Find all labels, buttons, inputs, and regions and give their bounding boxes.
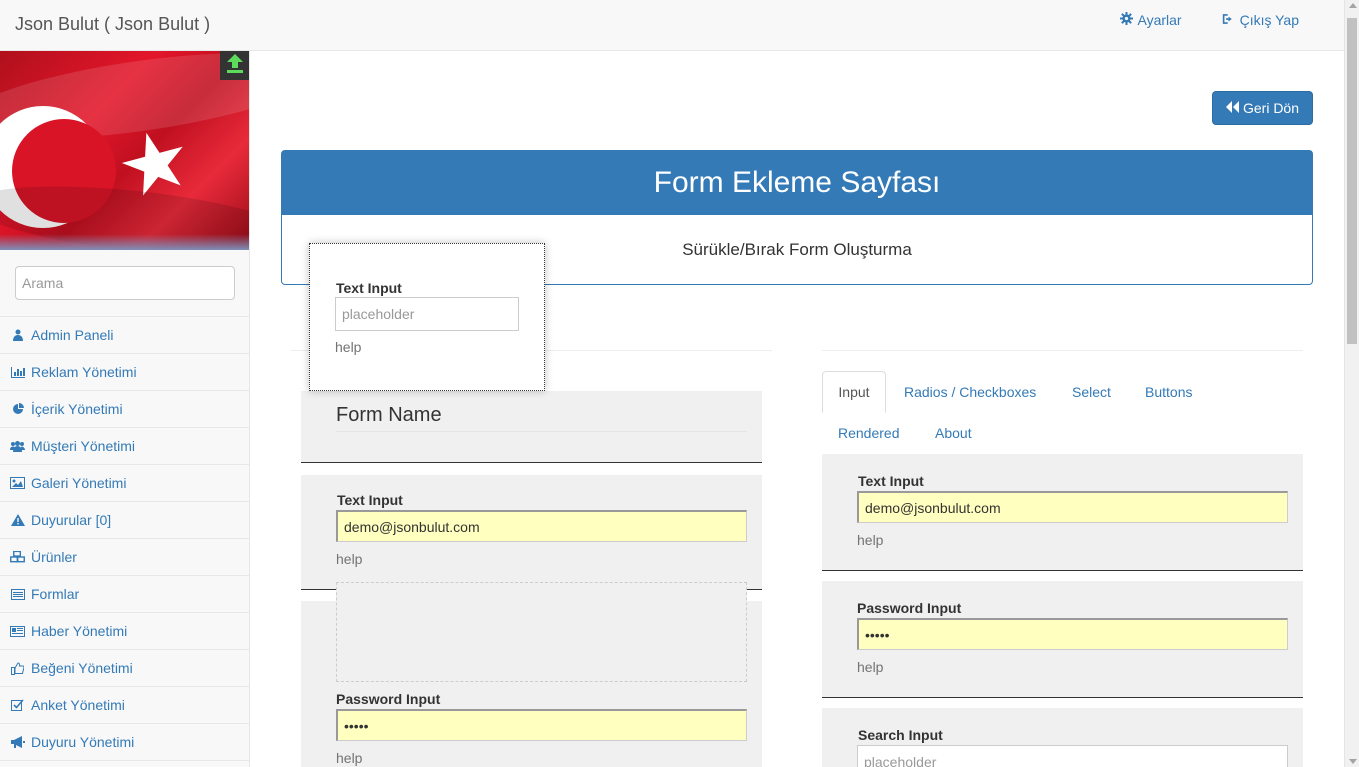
users-icon: [10, 439, 25, 453]
sidebar-item-polls[interactable]: Anket Yönetimi: [0, 687, 249, 724]
scroll-down-arrow-icon[interactable]: [1349, 759, 1357, 764]
sidebar-item-label: Haber Yönetimi: [31, 623, 128, 639]
builder-text-input-help: help: [336, 551, 363, 567]
tab-about[interactable]: About: [935, 425, 972, 441]
sidebar-item-label: Müşteri Yönetimi: [31, 438, 136, 454]
sidebar-item-label: Formlar: [31, 586, 80, 602]
logout-link[interactable]: Çıkış Yap: [1222, 12, 1299, 28]
page-scrollbar[interactable]: [1344, 0, 1359, 767]
settings-link[interactable]: Ayarlar: [1119, 12, 1182, 28]
sign-out-icon: [1222, 12, 1235, 28]
profile-image: ★: [0, 51, 249, 250]
tab-buttons[interactable]: Buttons: [1145, 384, 1192, 400]
palette-text-input-label: Text Input: [858, 473, 924, 489]
builder-password-input-help: help: [336, 750, 363, 766]
sidebar-item-customers[interactable]: Müşteri Yönetimi: [0, 428, 249, 465]
backward-icon: [1225, 100, 1239, 116]
bullhorn-icon: [10, 735, 25, 749]
palette-text-input-help: help: [857, 532, 884, 548]
sidebar-item-label: Duyurular [0]: [31, 512, 112, 528]
newspaper-icon: [10, 624, 25, 638]
scroll-up-arrow-icon[interactable]: [1349, 3, 1357, 8]
sidebar-item-gallery[interactable]: Galeri Yönetimi: [0, 465, 249, 502]
dragged-text-input[interactable]: Text Input placeholder help: [309, 243, 545, 391]
top-navbar: Json Bulut ( Json Bulut ) Ayarlar Çıkış …: [0, 0, 1344, 51]
palette-password-input-help: help: [857, 659, 884, 675]
drop-placeholder[interactable]: [336, 582, 747, 682]
upload-icon: [225, 53, 245, 78]
block-divider: [301, 462, 762, 463]
palette-password-input[interactable]: •••••: [857, 618, 1288, 650]
palette-divider: [822, 350, 1303, 351]
builder-text-input[interactable]: demo@jsonbulut.com: [336, 510, 747, 542]
image-icon: [10, 476, 25, 490]
palette-password-input-label: Password Input: [857, 600, 962, 616]
sidebar: ★ Admin Paneli Reklam Yönetimi İçerik Yö…: [0, 51, 250, 767]
settings-label: Ayarlar: [1137, 12, 1182, 28]
sidebar-item-label: Ürünler: [31, 549, 77, 565]
pie-chart-icon: [10, 402, 25, 416]
page-title: Form Ekleme Sayfası: [282, 151, 1312, 215]
sidebar-item-label: Beğeni Yönetimi: [31, 660, 133, 676]
sidebar-item-label: Duyuru Yönetimi: [31, 734, 135, 750]
tab-select[interactable]: Select: [1072, 384, 1111, 400]
sidebar-item-products[interactable]: Ürünler: [0, 539, 249, 576]
sidebar-item-ads[interactable]: Reklam Yönetimi: [0, 354, 249, 391]
upload-image-button[interactable]: [220, 51, 249, 80]
sidebar-item-likes[interactable]: Beğeni Yönetimi: [0, 650, 249, 687]
builder-password-input[interactable]: •••••: [336, 709, 747, 741]
sidebar-item-label: İçerik Yönetimi: [31, 401, 123, 417]
back-button[interactable]: Geri Dön: [1212, 91, 1313, 125]
sidebar-item-announcements[interactable]: Duyurular [0]: [0, 502, 249, 539]
sidebar-item-content[interactable]: İçerik Yönetimi: [0, 391, 249, 428]
search-input[interactable]: [15, 266, 235, 300]
warning-icon: [10, 513, 25, 527]
sidebar-item-label: Admin Paneli: [31, 327, 114, 343]
palette-block-divider: [822, 697, 1303, 698]
palette-search-input-label: Search Input: [858, 727, 943, 743]
dragged-text-input-help: help: [335, 339, 362, 355]
bar-chart-icon: [10, 365, 25, 379]
user-icon: [10, 328, 25, 342]
palette-block-divider: [822, 570, 1303, 571]
builder-text-input-label: Text Input: [337, 492, 403, 508]
palette-text-input[interactable]: demo@jsonbulut.com: [857, 491, 1288, 523]
form-name-legend[interactable]: Form Name: [336, 404, 747, 432]
dragged-text-input-label: Text Input: [336, 280, 402, 296]
sidebar-item-news[interactable]: Haber Yönetimi: [0, 613, 249, 650]
builder-password-input-label: Password Input: [336, 691, 441, 707]
gear-icon: [1119, 12, 1133, 28]
list-icon: [10, 587, 25, 601]
brand-title[interactable]: Json Bulut ( Json Bulut ): [15, 14, 210, 35]
tab-rendered[interactable]: Rendered: [838, 425, 900, 441]
sidebar-item-label: Reklam Yönetimi: [31, 364, 137, 380]
sidebar-item-label: Galeri Yönetimi: [31, 475, 127, 491]
tab-input[interactable]: Input: [822, 371, 886, 413]
back-button-label: Geri Dön: [1242, 100, 1300, 116]
logout-label: Çıkış Yap: [1239, 12, 1299, 28]
sidebar-item-label: Anket Yönetimi: [31, 697, 125, 713]
dragged-text-input-field[interactable]: placeholder: [335, 297, 519, 331]
sidebar-menu: Admin Paneli Reklam Yönetimi İçerik Yöne…: [0, 317, 249, 761]
thumbs-up-icon: [10, 661, 25, 675]
palette-search-input[interactable]: placeholder: [857, 745, 1288, 767]
sidebar-search: [0, 250, 249, 317]
check-square-icon: [10, 698, 25, 712]
sidebar-item-announcement-management[interactable]: Duyuru Yönetimi: [0, 724, 249, 761]
sidebar-item-admin-panel[interactable]: Admin Paneli: [0, 317, 249, 354]
top-nav-links: Ayarlar Çıkış Yap: [1119, 12, 1299, 28]
cubes-icon: [10, 550, 25, 564]
scroll-thumb[interactable]: [1347, 18, 1357, 344]
tab-radios-checkboxes[interactable]: Radios / Checkboxes: [904, 384, 1036, 400]
sidebar-item-forms[interactable]: Formlar: [0, 576, 249, 613]
